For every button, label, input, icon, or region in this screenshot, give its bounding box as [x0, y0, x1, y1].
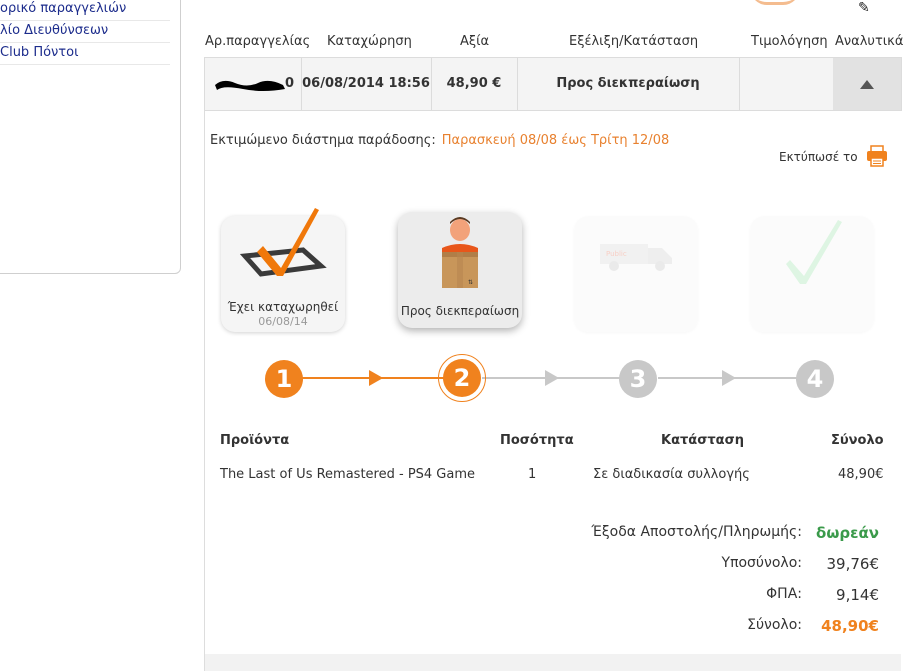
sidebar-item-addresses[interactable]: λίο Διευθύνσεων [0, 20, 170, 43]
total-value: 48,90€ [821, 617, 879, 635]
vat-label: ΦΠΑ: [766, 586, 802, 602]
order-status-cell: Προς διεκπεραίωση [517, 58, 740, 110]
triangle-up-icon [860, 79, 874, 89]
redacted-mark [215, 80, 285, 91]
header-registered: Καταχώρηση [327, 34, 412, 49]
print-label[interactable]: Εκτύπωσέ το [779, 150, 858, 164]
order-date-cell: 06/08/2014 18:56 [301, 58, 432, 110]
vat-value: 9,14€ [836, 586, 879, 604]
total-label: Σύνολο: [747, 617, 802, 633]
products-header-total: Σύνολο [831, 433, 884, 448]
printer-icon[interactable] [866, 145, 888, 167]
step-number-3: 3 [619, 360, 657, 398]
product-total: 48,90€ [838, 467, 884, 482]
delivery-label: Εκτιμώμενο διάστημα παράδοσης: [210, 133, 436, 148]
products-header-status: Κατάσταση [661, 433, 744, 448]
step-card-registered: Έχει καταχωρηθεί 06/08/14 [221, 208, 345, 332]
step-number-1: 1 [265, 360, 303, 398]
progress-arrow-2 [545, 370, 559, 386]
invoicing-cell [739, 58, 834, 110]
step-date-registered: 06/08/14 [258, 315, 308, 328]
header-progress: Εξέλιξη/Κατάσταση [569, 34, 699, 49]
step-card-delivered [750, 216, 874, 332]
order-number-tail: 0 [285, 76, 295, 91]
subtotal-value: 39,76€ [826, 555, 880, 573]
product-status: Σε διαδικασία συλλογής [593, 467, 750, 482]
products-header-qty: Ποσότητα [500, 433, 574, 448]
van-brand-text: Public [606, 250, 627, 258]
collapse-details-button[interactable] [833, 58, 901, 110]
checkbox-check-icon [239, 208, 327, 277]
header-order-no: Αρ.παραγγελίας [205, 34, 311, 49]
person-box-icon: ⇅ [442, 217, 478, 288]
shipping-label: Έξοδα Αποστολής/Πληρωμής: [591, 524, 802, 540]
subtotal-label: Υποσύνολο: [721, 555, 802, 571]
order-number-cell: 0 [205, 58, 302, 110]
product-name[interactable]: The Last of Us Remastered - PS4 Game [220, 467, 475, 482]
green-check-icon [786, 220, 842, 284]
sidebar-item-club-points[interactable]: Club Πόντοι [0, 42, 170, 65]
order-value-cell: 48,90 € [431, 58, 518, 110]
order-row[interactable]: 0 06/08/2014 18:56 48,90 € Προς διεκπερα… [204, 57, 902, 111]
delivery-estimate: Εκτιμώμενο διάστημα παράδοσης: Παρασκευή … [210, 133, 669, 148]
header-details: Αναλυτικά [835, 34, 904, 49]
svg-text:⇅: ⇅ [468, 279, 473, 286]
header-value: Αξία [460, 34, 490, 49]
product-qty: 1 [528, 467, 537, 482]
step-label-processing: Προς διεκπεραίωση [400, 304, 520, 318]
products-header-product: Προϊόντα [220, 433, 290, 448]
step-label-registered: Έχει καταχωρηθεί [227, 300, 339, 314]
delivery-van-icon: Public [600, 244, 672, 271]
shipping-value: δωρεάν [816, 524, 879, 542]
step-card-shipping: Public [574, 216, 698, 332]
step-number-4: 4 [796, 360, 834, 398]
footer-bar [205, 654, 901, 671]
sidebar-item-order-history[interactable]: ορικό παραγγελιών [0, 0, 170, 21]
progress-arrow-1 [369, 370, 383, 386]
decorative-arc [750, 0, 800, 5]
header-invoicing: Τιμολόγηση [751, 34, 828, 49]
pen-icon[interactable]: ✎ [858, 0, 870, 16]
step-number-2: 2 [443, 359, 481, 397]
step-card-processing: ⇅ Προς διεκπεραίωση [398, 212, 522, 328]
delivery-range: Παρασκευή 08/08 έως Τρίτη 12/08 [441, 133, 670, 148]
progress-arrow-3 [722, 370, 736, 386]
